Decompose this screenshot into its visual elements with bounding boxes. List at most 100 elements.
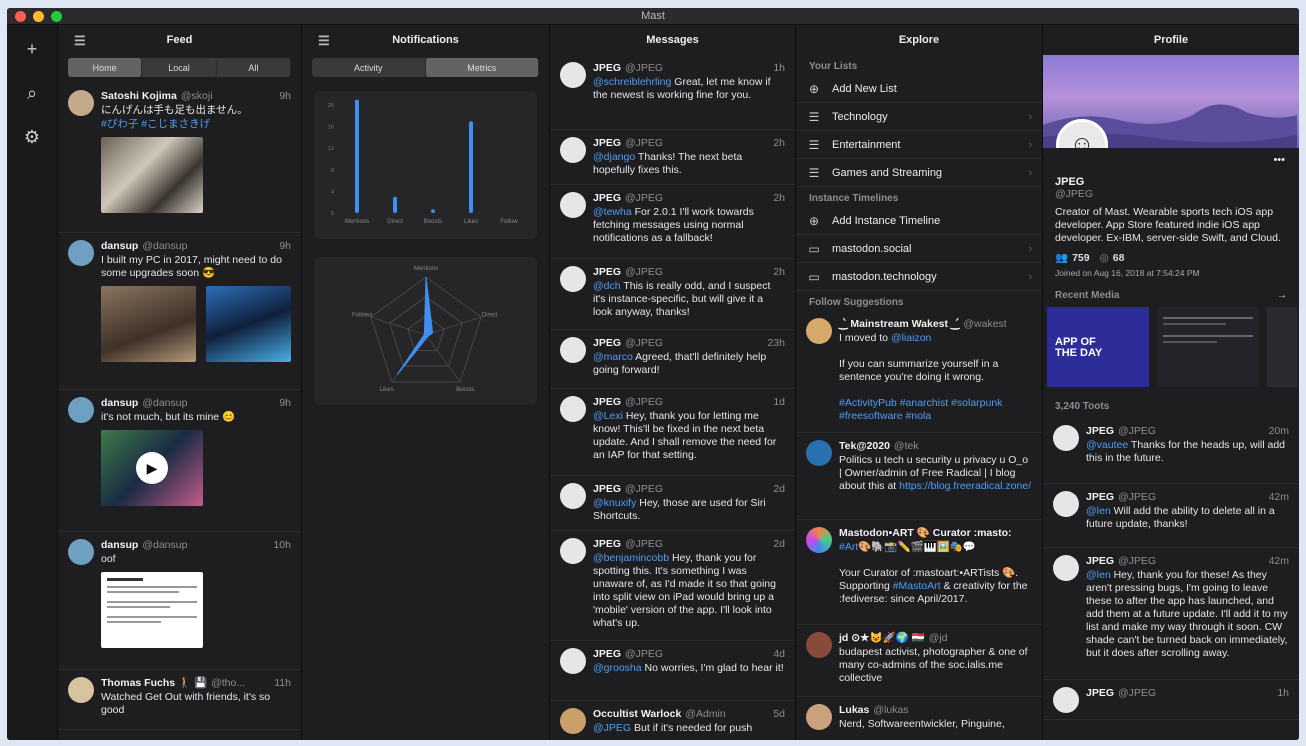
avatar[interactable] <box>560 62 586 88</box>
feed-post[interactable]: dansup @dansup 9h I built my PC in 2017, m… <box>58 233 301 390</box>
mention-link[interactable]: @len <box>1086 505 1111 517</box>
mention-link[interactable]: @len <box>1086 569 1111 581</box>
author-name: JPEG <box>593 648 622 660</box>
add-new-list-button[interactable]: ⊕ Add New List <box>796 75 1042 103</box>
avatar[interactable] <box>560 648 586 674</box>
mention-link[interactable]: @vautee <box>1086 439 1128 451</box>
feed-post[interactable]: Satoshi Kojima @skoji 9h にんげんは手も足も出ません。 #ぴ… <box>58 83 301 233</box>
message-item[interactable]: JPEG @JPEG 2d @knuxify Hey, those are used… <box>550 476 795 531</box>
feed-filter-icon[interactable]: ☰ <box>74 33 86 49</box>
media-thumb[interactable] <box>1267 307 1297 387</box>
mention-link[interactable]: @JPEG <box>593 722 631 734</box>
avatar[interactable] <box>68 240 94 266</box>
avatar[interactable] <box>806 440 832 466</box>
avatar[interactable] <box>806 704 832 730</box>
avatar[interactable] <box>806 632 832 658</box>
mention-link[interactable]: @marco <box>593 351 633 363</box>
avatar[interactable] <box>560 396 586 422</box>
post-image[interactable] <box>101 286 196 362</box>
avatar[interactable] <box>560 708 586 734</box>
mention-link[interactable]: @benjamincobb <box>593 552 669 564</box>
mention-link[interactable]: @django <box>593 151 635 163</box>
mention-link[interactable]: @dch <box>593 280 621 292</box>
message-item[interactable]: JPEG @JPEG 2h @tewha For 2.0.1 I'll work t… <box>550 185 795 259</box>
mention-link[interactable]: @tewha <box>593 206 632 218</box>
suggestion-item[interactable]: ‿̀ Mainstream Wakest ‿́ @wakest I moved t… <box>796 311 1042 433</box>
list-item-entertainment[interactable]: ☰ Entertainment › <box>796 131 1042 159</box>
plus-circle-icon: ⊕ <box>808 81 820 96</box>
message-item[interactable]: JPEG @JPEG 1d @Lexi Hey, thank you for let… <box>550 389 795 476</box>
toot-item[interactable]: JPEG @JPEG 42m @len Hey, thank you for the… <box>1043 548 1299 680</box>
post-hashtags[interactable]: #ぴわ子 #こじまさきげ <box>101 118 291 131</box>
settings-icon[interactable]: ⚙ <box>24 125 40 149</box>
instance-item-social[interactable]: ▭ mastodon.social › <box>796 235 1042 263</box>
mention-link[interactable]: @knuxify <box>593 497 636 509</box>
mention-link[interactable]: @schreiblehrling <box>593 76 671 88</box>
message-item[interactable]: JPEG @JPEG 23h @marco Agreed, that'll defi… <box>550 330 795 389</box>
feed-post[interactable]: dansup @dansup 10h oof <box>58 532 301 670</box>
following-count[interactable]: 759 <box>1072 252 1090 264</box>
tab-metrics[interactable]: Metrics <box>425 58 539 77</box>
message-item[interactable]: JPEG @JPEG 2h @django Thanks! The next bet… <box>550 130 795 185</box>
bio-link[interactable]: #Art <box>839 541 858 553</box>
search-icon[interactable]: ⌕ <box>27 81 37 105</box>
avatar[interactable] <box>68 90 94 116</box>
toot-item[interactable]: JPEG @JPEG 20m @vautee Thanks for the head… <box>1043 418 1299 484</box>
suggestion-item[interactable]: Tek@2020 @tek Politics u tech u security … <box>796 433 1042 520</box>
message-item[interactable]: JPEG @JPEG 2h @dch This is really odd, and… <box>550 259 795 330</box>
avatar[interactable] <box>560 538 586 564</box>
avatar[interactable] <box>68 397 94 423</box>
toot-item[interactable]: JPEG @JPEG 1h <box>1043 680 1299 720</box>
suggestion-item[interactable]: Lukas @lukas Nerd, Softwareentwickler, Pi… <box>796 697 1042 737</box>
message-item[interactable]: JPEG @JPEG 4d @groosha No worries, I'm gla… <box>550 641 795 701</box>
more-options-icon[interactable]: ••• <box>1273 154 1285 166</box>
suggestion-item[interactable]: Mastodon•ART 🎨 Curator :masto: #Art🎨🐘📸✏️… <box>796 520 1042 625</box>
avatar[interactable] <box>560 483 586 509</box>
avatar[interactable] <box>1053 425 1079 451</box>
avatar[interactable] <box>1053 555 1079 581</box>
feed-post[interactable]: Thomas Fuchs 🚶 💾 @tho... 11h Watched Get O… <box>58 670 301 730</box>
avatar[interactable] <box>806 527 832 553</box>
bio-link[interactable]: https://blog.freeradical.zone/ <box>899 480 1031 492</box>
bio-link[interactable]: @liaizon <box>891 332 931 344</box>
tab-home[interactable]: Home <box>68 58 143 77</box>
avatar[interactable] <box>1053 491 1079 517</box>
mention-link[interactable]: @Lexi <box>593 410 623 422</box>
arrow-right-icon[interactable]: → <box>1277 290 1287 301</box>
avatar[interactable] <box>560 337 586 363</box>
avatar[interactable] <box>1053 687 1079 713</box>
notifications-filter-icon[interactable]: ☰ <box>318 33 330 49</box>
compose-icon[interactable]: + <box>27 37 38 61</box>
message-list: JPEG @JPEG 1h @schreiblehrling Great, let … <box>550 55 795 740</box>
list-item-technology[interactable]: ☰ Technology › <box>796 103 1042 131</box>
followers-count[interactable]: 68 <box>1113 252 1125 264</box>
message-item[interactable]: JPEG @JPEG 2d @benjamincobb Hey, thank you… <box>550 531 795 641</box>
mention-link[interactable]: @groosha <box>593 662 642 674</box>
media-thumb[interactable] <box>1157 307 1259 387</box>
avatar[interactable] <box>560 192 586 218</box>
tab-local[interactable]: Local <box>142 58 217 77</box>
add-instance-timeline-button[interactable]: ⊕ Add Instance Timeline <box>796 207 1042 235</box>
message-item[interactable]: JPEG @JPEG 1h @schreiblehrling Great, let … <box>550 55 795 130</box>
feed-post[interactable]: dansup @dansup 9h it's not much, but its m… <box>58 390 301 532</box>
post-image[interactable] <box>101 137 203 213</box>
avatar[interactable] <box>806 318 832 344</box>
avatar[interactable] <box>68 539 94 565</box>
post-image[interactable] <box>205 286 291 362</box>
toot-item[interactable]: JPEG @JPEG 42m @len Will add the ability t… <box>1043 484 1299 548</box>
play-icon[interactable]: ▶ <box>136 452 168 484</box>
avatar[interactable] <box>68 677 94 703</box>
suggestion-item[interactable]: jd ⊙★😺🚀🌍 🇭🇺 @jd budapest activist, photog… <box>796 625 1042 697</box>
avatar[interactable] <box>560 266 586 292</box>
post-image[interactable] <box>101 572 203 648</box>
bio-hashtags[interactable]: #ActivityPub #anarchist #solarpunk #free… <box>839 397 1032 423</box>
tab-activity[interactable]: Activity <box>312 58 426 77</box>
video-thumbnail[interactable]: ▶ <box>101 430 203 506</box>
message-item[interactable]: Occultist Warlock @Admin 5d @JPEG But if i… <box>550 701 795 740</box>
avatar[interactable] <box>560 137 586 163</box>
media-thumb[interactable]: APP OF THE DAY <box>1047 307 1149 387</box>
instance-item-technology[interactable]: ▭ mastodon.technology › <box>796 263 1042 291</box>
list-item-games[interactable]: ☰ Games and Streaming › <box>796 159 1042 187</box>
tab-all[interactable]: All <box>217 58 291 77</box>
bio-link[interactable]: #MastoArt <box>893 580 941 592</box>
